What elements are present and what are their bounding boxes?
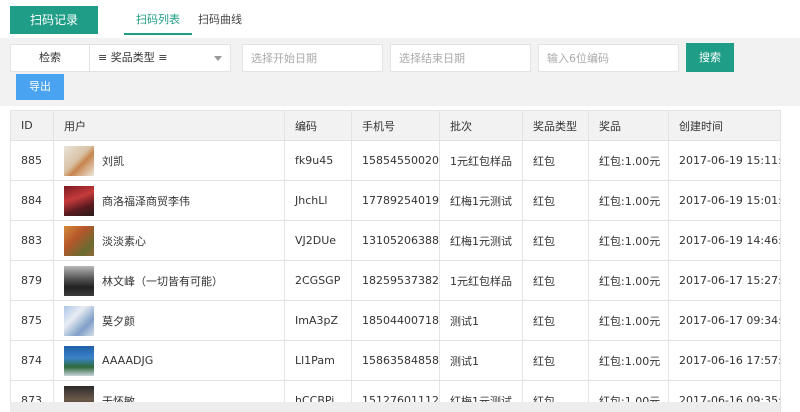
- avatar: [64, 225, 94, 256]
- search-label: 检索: [10, 44, 90, 72]
- cell-created-time: 2017-06-19 15:11:45: [668, 140, 781, 181]
- cell-phone: 13105206388: [351, 220, 440, 261]
- column-header-created-time[interactable]: 创建时间: [668, 110, 781, 141]
- cell-phone: 17789254019: [351, 180, 440, 221]
- user-name: 莫夕颜: [102, 314, 135, 328]
- user-name: 淡淡素心: [102, 234, 146, 248]
- avatar: [64, 185, 94, 216]
- chevron-down-icon: [214, 56, 222, 61]
- start-date-input[interactable]: [242, 44, 383, 72]
- user-name: 林文峰（一切皆有可能）: [102, 274, 223, 288]
- export-button[interactable]: 导出: [16, 74, 64, 100]
- avatar: [64, 145, 94, 176]
- cell-id: 875: [10, 300, 54, 341]
- cell-id: 883: [10, 220, 54, 261]
- cell-batch: 1元红包样品: [439, 260, 523, 301]
- cell-created-time: 2017-06-17 15:27:22: [668, 260, 781, 301]
- cell-prize: 红包:1.00元: [588, 220, 669, 261]
- column-header-code[interactable]: 编码: [284, 110, 352, 141]
- cell-id: 884: [10, 180, 54, 221]
- cell-batch: 测试1: [439, 340, 523, 381]
- filter-bar: 检索 ≡ 奖品类型 ≡ 搜索 导出: [0, 38, 800, 106]
- cell-batch: 1元红包样品: [439, 140, 523, 181]
- search-button[interactable]: 搜索: [686, 43, 734, 72]
- cell-created-time: 2017-06-17 09:34:29: [668, 300, 781, 341]
- cell-code: Ll1Pam: [284, 340, 352, 381]
- cell-phone: 18504400718: [351, 300, 440, 341]
- cell-user: 淡淡素心: [53, 220, 285, 261]
- table-header-row: ID 用户 编码 手机号 批次 奖品类型 奖品 创建时间: [10, 110, 781, 141]
- scan-records-table: ID 用户 编码 手机号 批次 奖品类型 奖品 创建时间 885 刘凯 fk9u…: [10, 110, 781, 412]
- cell-user: 商洛福泽商贸李伟: [53, 180, 285, 221]
- cell-batch: 红梅1元测试: [439, 180, 523, 221]
- prize-type-select[interactable]: ≡ 奖品类型 ≡: [89, 44, 231, 72]
- cell-prize-type: 红包: [522, 180, 589, 221]
- table-row[interactable]: 874 AAAADJG Ll1Pam 15863584858 测试1 红包 红包…: [10, 340, 781, 381]
- table-row[interactable]: 875 莫夕颜 ImA3pZ 18504400718 测试1 红包 红包:1.0…: [10, 300, 781, 341]
- cell-created-time: 2017-06-19 14:46:38: [668, 220, 781, 261]
- cell-id: 874: [10, 340, 54, 381]
- cell-created-time: 2017-06-19 15:01:04: [668, 180, 781, 221]
- cell-code: fk9u45: [284, 140, 352, 181]
- avatar: [64, 265, 94, 296]
- cell-id: 885: [10, 140, 54, 181]
- avatar: [64, 305, 94, 336]
- end-date-input[interactable]: [390, 44, 531, 72]
- column-header-phone[interactable]: 手机号: [351, 110, 440, 141]
- column-header-prize[interactable]: 奖品: [588, 110, 669, 141]
- cell-prize: 红包:1.00元: [588, 140, 669, 181]
- avatar: [64, 345, 94, 376]
- cell-prize-type: 红包: [522, 340, 589, 381]
- user-name: 刘凯: [102, 154, 124, 168]
- column-header-user[interactable]: 用户: [53, 110, 285, 141]
- cell-code: JhchLl: [284, 180, 352, 221]
- tab-scan-list[interactable]: 扫码列表: [124, 11, 192, 35]
- cell-user: 刘凯: [53, 140, 285, 181]
- table-row[interactable]: 883 淡淡素心 VJ2DUe 13105206388 红梅1元测试 红包 红包…: [10, 220, 781, 261]
- cell-phone: 18259537382: [351, 260, 440, 301]
- cell-user: 林文峰（一切皆有可能）: [53, 260, 285, 301]
- page-title-button[interactable]: 扫码记录: [10, 6, 98, 34]
- cell-code: ImA3pZ: [284, 300, 352, 341]
- cell-code: VJ2DUe: [284, 220, 352, 261]
- cell-prize-type: 红包: [522, 260, 589, 301]
- column-header-id[interactable]: ID: [10, 110, 54, 141]
- tab-scan-curve[interactable]: 扫码曲线: [198, 11, 242, 35]
- cell-phone: 15854550020: [351, 140, 440, 181]
- user-name: AAAADJG: [102, 354, 154, 367]
- cell-prize: 红包:1.00元: [588, 180, 669, 221]
- cell-prize: 红包:1.00元: [588, 340, 669, 381]
- cell-batch: 测试1: [439, 300, 523, 341]
- cell-prize: 红包:1.00元: [588, 260, 669, 301]
- horizontal-scrollbar[interactable]: [10, 402, 780, 412]
- table-row[interactable]: 884 商洛福泽商贸李伟 JhchLl 17789254019 红梅1元测试 红…: [10, 180, 781, 221]
- table-row[interactable]: 879 林文峰（一切皆有可能） 2CGSGP 18259537382 1元红包样…: [10, 260, 781, 301]
- top-bar: 扫码记录 扫码列表 扫码曲线: [0, 0, 800, 38]
- cell-prize-type: 红包: [522, 300, 589, 341]
- cell-prize-type: 红包: [522, 140, 589, 181]
- cell-prize-type: 红包: [522, 220, 589, 261]
- cell-code: 2CGSGP: [284, 260, 352, 301]
- cell-user: AAAADJG: [53, 340, 285, 381]
- column-header-batch[interactable]: 批次: [439, 110, 523, 141]
- table-row[interactable]: 885 刘凯 fk9u45 15854550020 1元红包样品 红包 红包:1…: [10, 140, 781, 181]
- column-header-prize-type[interactable]: 奖品类型: [522, 110, 589, 141]
- cell-id: 879: [10, 260, 54, 301]
- prize-type-select-value: ≡ 奖品类型 ≡: [98, 51, 168, 64]
- code-input[interactable]: [538, 44, 679, 72]
- user-name: 商洛福泽商贸李伟: [102, 194, 190, 208]
- cell-created-time: 2017-06-16 17:57:46: [668, 340, 781, 381]
- cell-user: 莫夕颜: [53, 300, 285, 341]
- cell-batch: 红梅1元测试: [439, 220, 523, 261]
- cell-prize: 红包:1.00元: [588, 300, 669, 341]
- cell-phone: 15863584858: [351, 340, 440, 381]
